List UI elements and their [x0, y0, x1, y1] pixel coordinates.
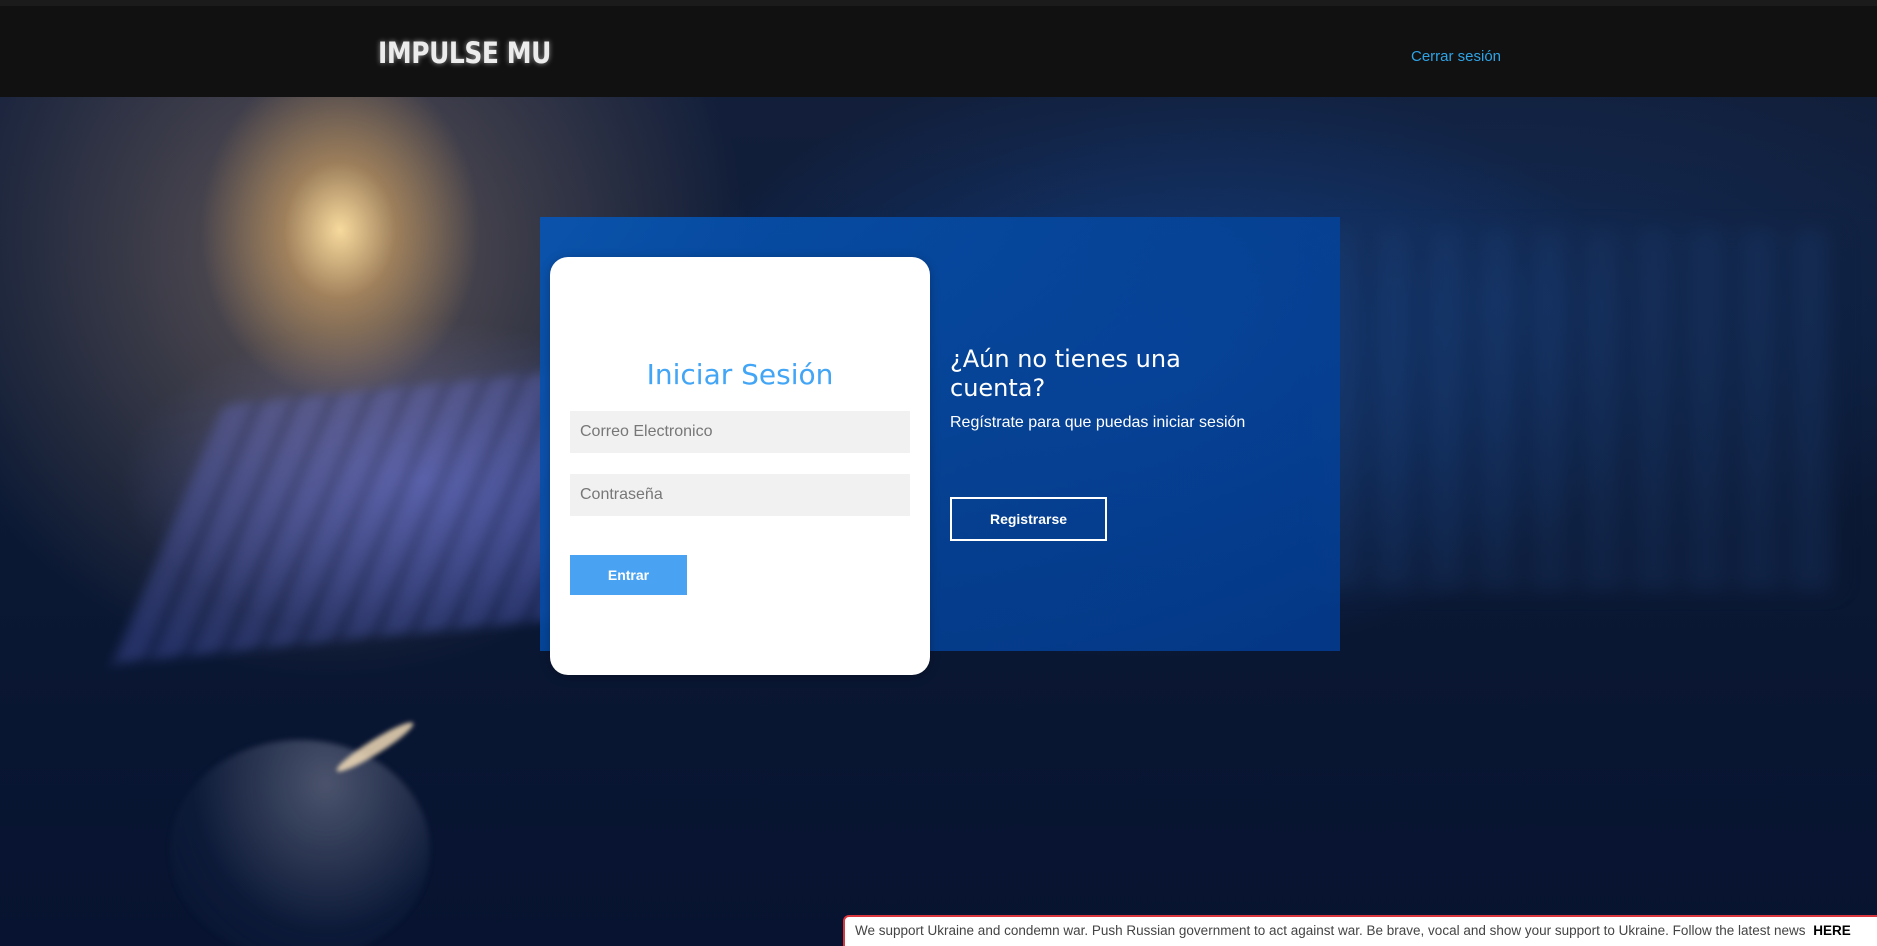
register-button[interactable]: Registrarse: [950, 497, 1107, 541]
site-logo[interactable]: IMPULSE MU: [378, 36, 551, 70]
logout-link[interactable]: Cerrar sesión: [1411, 48, 1501, 65]
banner-text: We support Ukraine and condemn war. Push…: [855, 923, 1806, 938]
top-navbar: IMPULSE MU Cerrar sesión: [0, 0, 1877, 97]
login-card: Iniciar Sesión Entrar: [550, 257, 930, 675]
email-field[interactable]: [570, 411, 910, 453]
register-heading: ¿Aún no tienes una cuenta?: [950, 344, 1181, 402]
banner-news-link[interactable]: HERE: [1813, 923, 1851, 938]
login-button[interactable]: Entrar: [570, 555, 687, 595]
background-keyboard-right: [1320, 230, 1840, 590]
register-description: Regístrate para que puedas iniciar sesió…: [950, 414, 1246, 431]
ukraine-support-banner: We support Ukraine and condemn war. Push…: [843, 915, 1877, 946]
background-mouse: [170, 740, 430, 946]
password-field[interactable]: [570, 474, 910, 516]
login-title: Iniciar Sesión: [646, 358, 834, 392]
